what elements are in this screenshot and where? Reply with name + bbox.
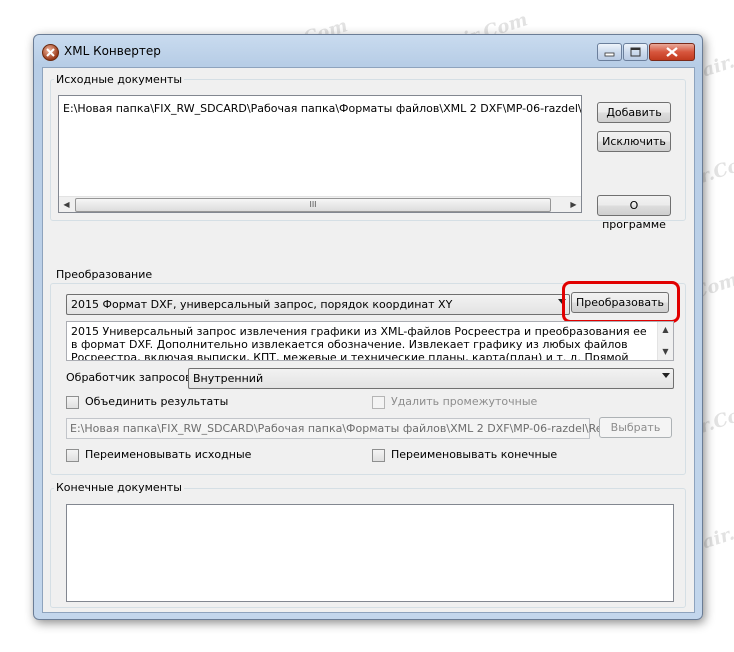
vertical-scrollbar[interactable]: ▲ ▼ [657, 322, 673, 360]
maximize-icon [630, 47, 641, 57]
scroll-down-icon[interactable]: ▼ [658, 344, 673, 359]
format-description-text: 2015 Универсальный запрос извлечения гра… [71, 325, 647, 361]
scroll-grip: III [309, 200, 317, 209]
convert-button[interactable]: Преобразовать [571, 292, 669, 313]
merge-results-label: Объединить результаты [85, 395, 229, 408]
output-file-list[interactable] [66, 504, 674, 602]
format-select[interactable]: 2015 Формат DXF, универсальный запрос, п… [66, 294, 570, 315]
output-path-field[interactable]: E:\Новая папка\FIX_RW_SDCARD\Рабочая пап… [66, 418, 623, 439]
rename-source-label: Переименовывать исходные [85, 448, 252, 461]
source-file-list[interactable]: E:\Новая папка\FIX_RW_SDCARD\Рабочая пап… [58, 95, 582, 213]
horizontal-scrollbar[interactable]: ◀ III ▶ [59, 196, 581, 212]
minimize-button[interactable] [597, 43, 622, 61]
rename-output-label: Переименовывать конечные [391, 448, 558, 461]
window-title: XML Конвертер [64, 44, 161, 58]
format-description[interactable]: 2015 Универсальный запрос извлечения гра… [66, 321, 674, 361]
output-path-value: E:\Новая папка\FIX_RW_SDCARD\Рабочая пап… [70, 422, 623, 435]
title-bar[interactable]: XML Конвертер [34, 35, 702, 67]
chevron-down-icon [662, 373, 670, 378]
close-icon [666, 47, 678, 57]
scroll-left-icon[interactable]: ◀ [59, 197, 74, 212]
app-window: XML Конвертер Исходные документы E:\Нова… [33, 34, 703, 620]
scroll-thumb[interactable]: III [75, 198, 551, 212]
output-documents-label: Конечные документы [54, 481, 184, 494]
delete-intermediate-label: Удалить промежуточные [391, 395, 538, 408]
browse-button[interactable]: Выбрать [599, 417, 672, 438]
rename-output-checkbox[interactable] [372, 449, 385, 462]
scroll-up-icon[interactable]: ▲ [658, 322, 673, 337]
handler-select-value: Внутренний [193, 372, 264, 385]
maximize-button[interactable] [623, 43, 648, 61]
app-logo-icon[interactable] [42, 44, 59, 61]
scroll-right-icon[interactable]: ▶ [566, 197, 581, 212]
list-item[interactable]: E:\Новая папка\FIX_RW_SDCARD\Рабочая пап… [63, 102, 581, 115]
client-area: Исходные документы E:\Новая папка\FIX_RW… [42, 67, 695, 613]
format-select-value: 2015 Формат DXF, универсальный запрос, п… [71, 298, 453, 311]
conversion-label: Преобразование [54, 268, 155, 281]
close-button[interactable] [649, 43, 695, 61]
source-documents-label: Исходные документы [54, 73, 185, 86]
add-button[interactable]: Добавить [597, 102, 671, 123]
delete-intermediate-checkbox[interactable] [372, 396, 385, 409]
handler-select[interactable]: Внутренний [188, 368, 674, 389]
rename-source-checkbox[interactable] [66, 449, 79, 462]
handler-label: Обработчик запросов: [66, 371, 196, 384]
about-button[interactable]: О программе [597, 195, 671, 231]
minimize-icon [604, 52, 615, 57]
remove-button[interactable]: Исключить [597, 131, 671, 152]
merge-results-checkbox[interactable] [66, 396, 79, 409]
